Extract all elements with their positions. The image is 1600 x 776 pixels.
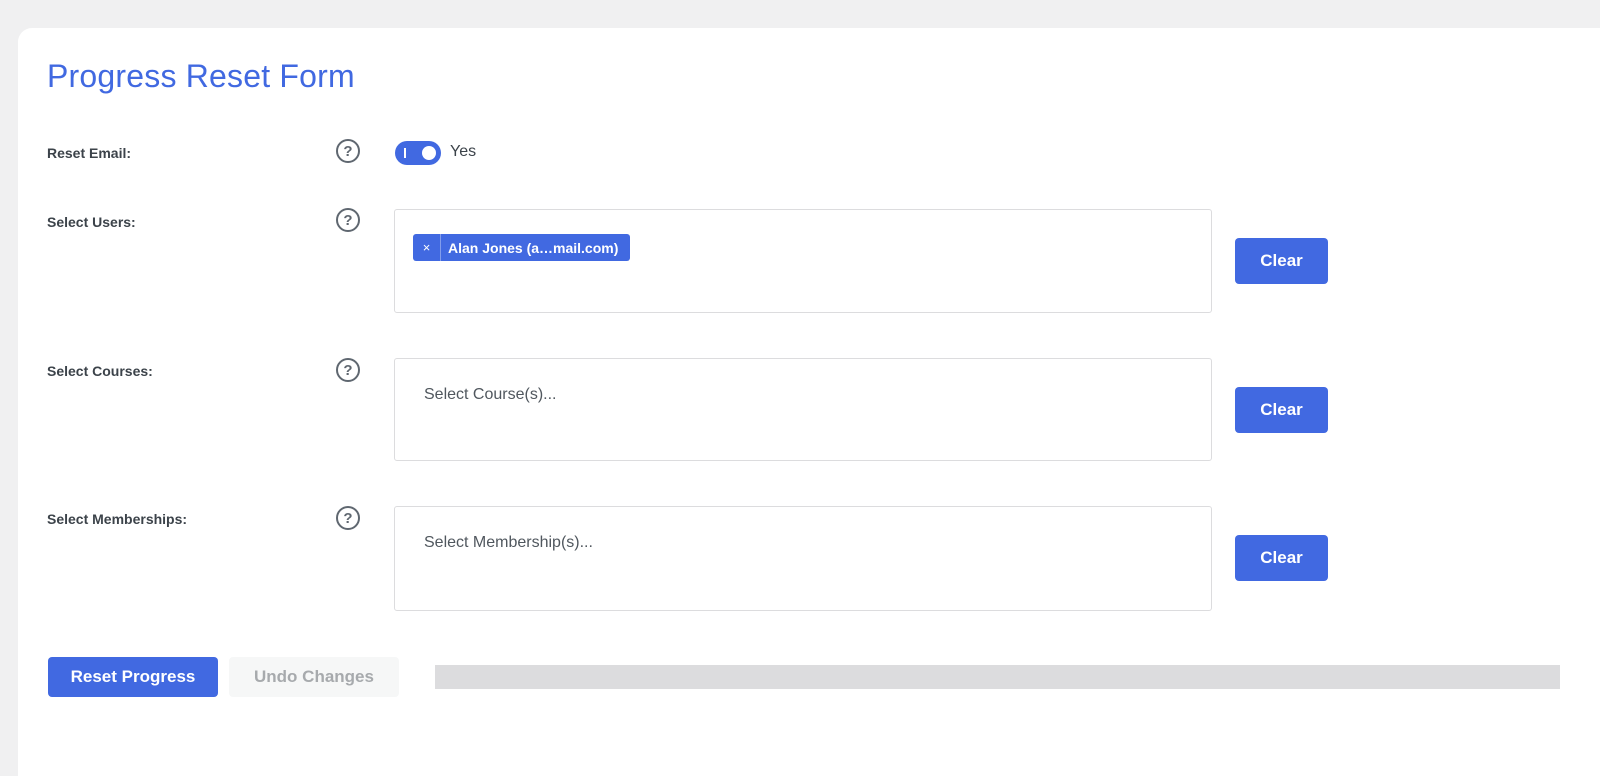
toggle-on-indicator (404, 148, 406, 158)
selected-user-label: Alan Jones (a…mail.com) (448, 239, 619, 256)
reset-email-toggle[interactable] (395, 141, 441, 165)
select-memberships-label: Select Memberships: (47, 511, 188, 527)
form-card: Progress Reset Form Reset Email: ? Yes S… (18, 28, 1600, 776)
reset-email-toggle-text: Yes (450, 143, 477, 160)
close-icon[interactable]: × (413, 234, 441, 261)
help-circle-icon[interactable]: ? (336, 139, 360, 163)
reset-progress-button[interactable]: Reset Progress (48, 657, 218, 697)
memberships-placeholder: Select Membership(s)... (424, 534, 593, 551)
help-circle-icon[interactable]: ? (336, 208, 360, 232)
select-courses-label: Select Courses: (47, 363, 153, 379)
clear-memberships-button[interactable]: Clear (1235, 535, 1328, 581)
help-circle-icon[interactable]: ? (336, 506, 360, 530)
clear-users-button[interactable]: Clear (1235, 238, 1328, 284)
courses-select[interactable]: Select Course(s)... (394, 358, 1212, 461)
clear-courses-button[interactable]: Clear (1235, 387, 1328, 433)
progress-bar (435, 665, 1560, 689)
page-title: Progress Reset Form (47, 58, 355, 94)
undo-changes-button[interactable]: Undo Changes (229, 657, 399, 697)
users-select[interactable]: × Alan Jones (a…mail.com) (394, 209, 1212, 313)
memberships-select[interactable]: Select Membership(s)... (394, 506, 1212, 611)
reset-email-label: Reset Email: (47, 145, 132, 161)
selected-user-chip: × Alan Jones (a…mail.com) (413, 234, 631, 261)
help-circle-icon[interactable]: ? (336, 358, 360, 382)
select-users-label: Select Users: (47, 214, 136, 230)
courses-placeholder: Select Course(s)... (424, 386, 557, 403)
toggle-knob (422, 146, 436, 160)
